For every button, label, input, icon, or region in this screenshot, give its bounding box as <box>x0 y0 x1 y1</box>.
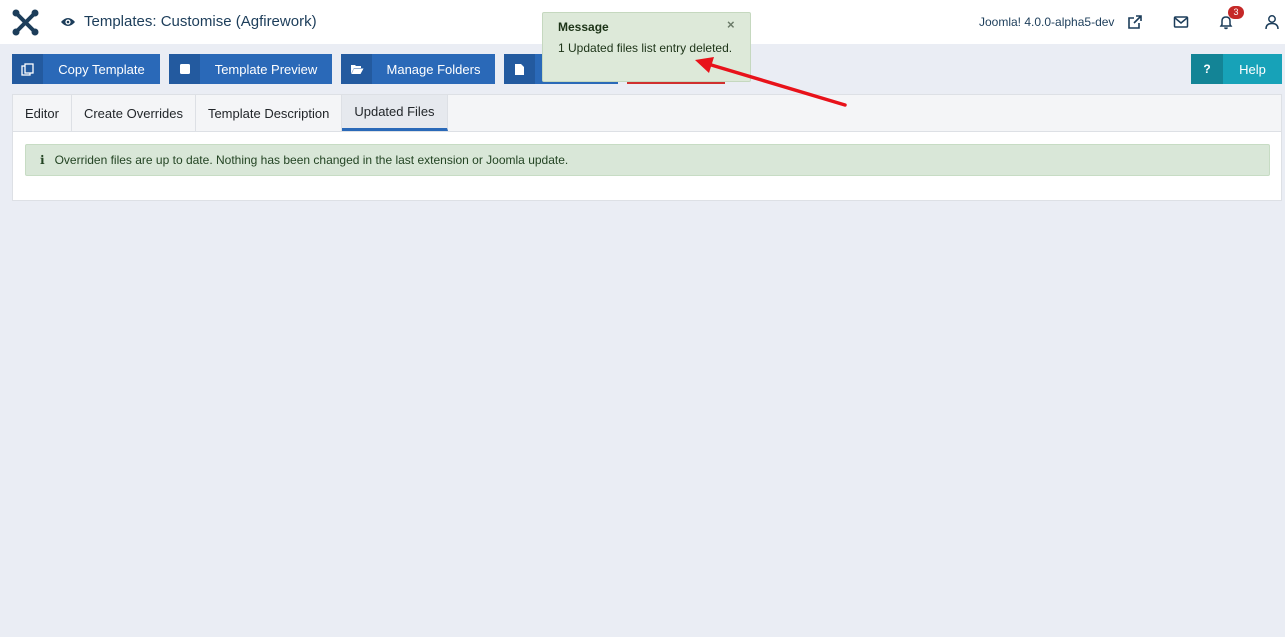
template-preview-button[interactable]: Template Preview <box>169 54 332 84</box>
info-alert: ℹ Overriden files are up to date. Nothin… <box>25 144 1270 176</box>
eye-icon <box>61 18 75 26</box>
joomla-logo-icon[interactable] <box>12 9 39 36</box>
alert-text: Overriden files are up to date. Nothing … <box>54 153 569 167</box>
user-icon[interactable] <box>1264 14 1280 30</box>
file-icon <box>504 54 535 84</box>
template-preview-label: Template Preview <box>214 61 318 77</box>
square-icon <box>169 54 200 84</box>
notification-badge: 3 <box>1228 6 1244 19</box>
tab-bar: Editor Create Overrides Template Descrip… <box>13 95 1281 132</box>
annotation-arrow-icon <box>695 57 847 107</box>
tab-template-description[interactable]: Template Description <box>196 95 343 131</box>
question-icon: ? <box>1191 54 1223 84</box>
copy-template-button[interactable]: Copy Template <box>12 54 160 84</box>
folder-open-icon <box>341 54 372 84</box>
main-panel: Editor Create Overrides Template Descrip… <box>12 94 1282 201</box>
tab-create-overrides[interactable]: Create Overrides <box>72 95 196 131</box>
copy-template-label: Copy Template <box>58 61 145 77</box>
help-label: Help <box>1239 61 1266 77</box>
external-link-icon[interactable] <box>1127 14 1143 30</box>
tab-updated-files[interactable]: Updated Files <box>342 95 448 131</box>
message-title: Message <box>558 20 609 34</box>
info-icon: ℹ <box>40 153 45 167</box>
mail-icon[interactable] <box>1173 14 1189 30</box>
manage-folders-label: Manage Folders <box>386 61 481 77</box>
version-link[interactable]: Joomla! 4.0.0-alpha5-dev <box>979 15 1114 29</box>
close-icon[interactable]: × <box>727 17 735 32</box>
page-title: Templates: Customise (Agfirework) <box>84 13 317 30</box>
manage-folders-button[interactable]: Manage Folders <box>341 54 495 84</box>
help-button[interactable]: ? Help <box>1191 54 1282 84</box>
tab-editor[interactable]: Editor <box>13 95 72 131</box>
copy-icon <box>12 54 43 84</box>
